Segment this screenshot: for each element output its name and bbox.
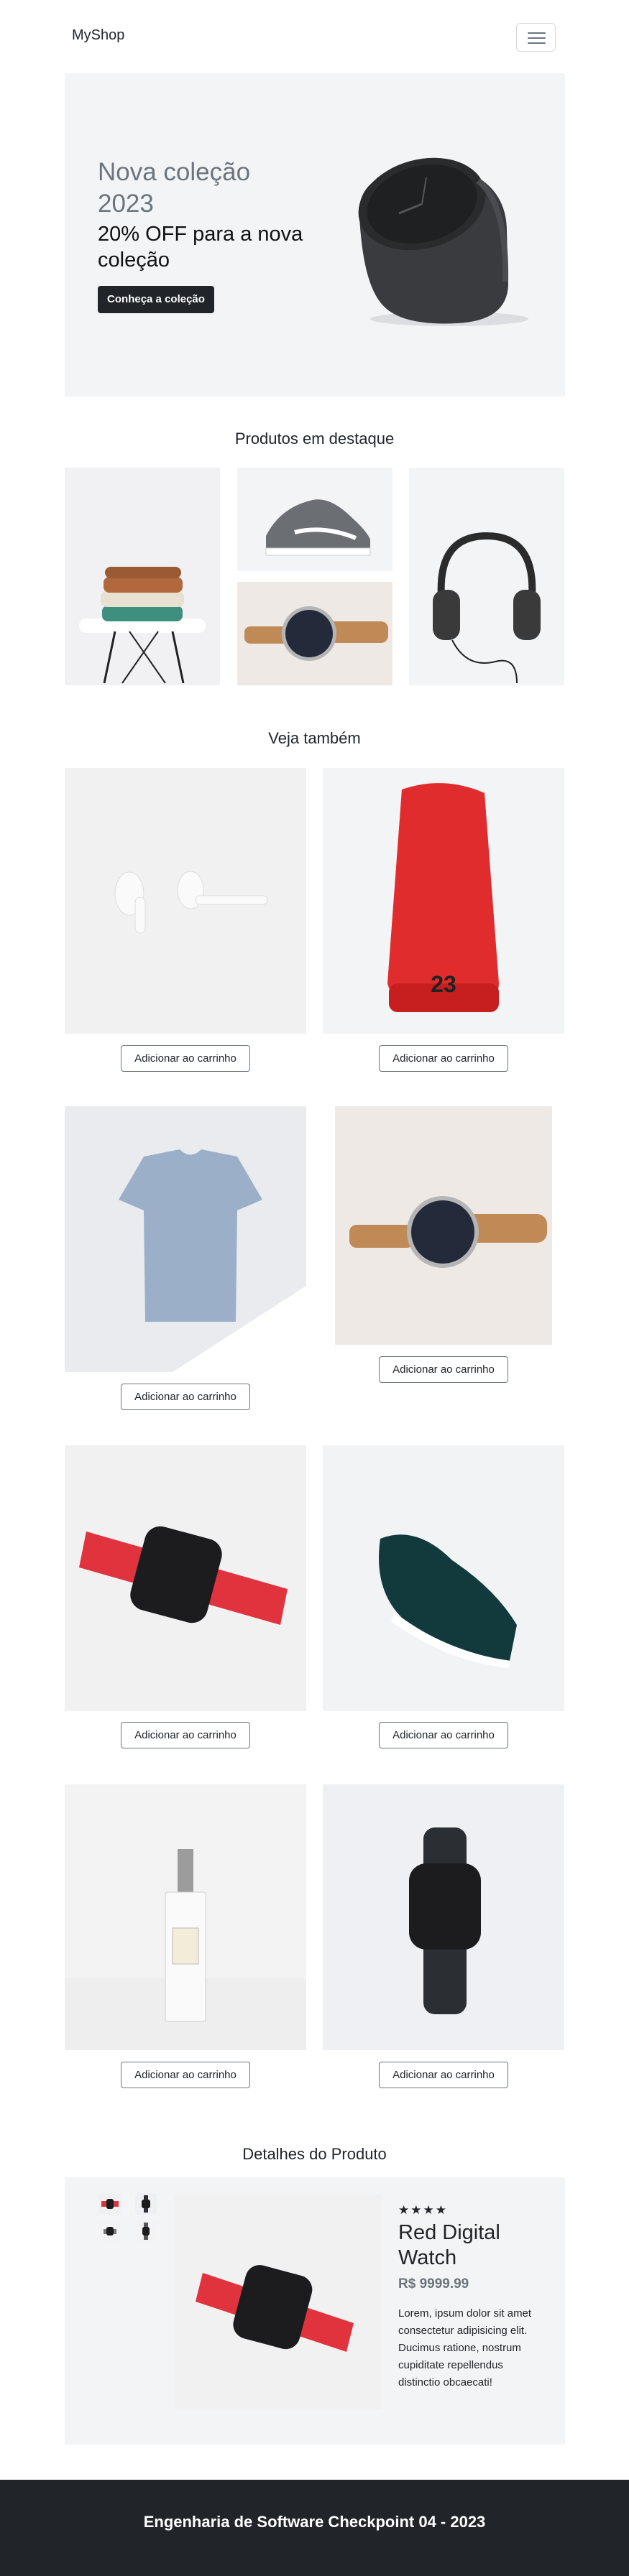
product-price: R$ 9999.99: [398, 2276, 469, 2292]
svg-text:23: 23: [431, 971, 456, 997]
footer-text: Engenharia de Software Checkpoint 04 - 2…: [143, 2513, 486, 2531]
tshirt-image[interactable]: [65, 1106, 306, 1372]
airpods-image[interactable]: [65, 768, 306, 1034]
product-description: Lorem, ipsum dolor sit amet consectetur …: [398, 2307, 532, 2389]
menu-toggle-button[interactable]: [516, 23, 556, 52]
collection-button[interactable]: Conheça a coleção: [98, 286, 214, 313]
thumbnail-red-watch[interactable]: [99, 2193, 121, 2215]
headphones-image[interactable]: [409, 468, 564, 685]
hero-banner: Nova coleção 2023 20% OFF para a nova co…: [65, 73, 565, 397]
black-smartwatch-image[interactable]: [323, 1784, 564, 2050]
product-details-card: ★★★★ Red Digital Watch R$ 9999.99 Lorem,…: [65, 2177, 565, 2445]
add-to-cart-button[interactable]: Adicionar ao carrinho: [121, 1045, 250, 1072]
thumbnail-watch-3[interactable]: [99, 2220, 121, 2242]
brand-logo[interactable]: MyShop: [72, 27, 124, 44]
hero-subtitle: 20% OFF para a nova coleção: [98, 223, 303, 272]
clock-image: [358, 157, 528, 326]
details-title: Detalhes do Produto: [242, 2145, 387, 2163]
main-product-image: [174, 2194, 381, 2409]
navbar: MyShop: [0, 0, 629, 73]
wristwatch-image[interactable]: [237, 582, 392, 685]
sweaters-image[interactable]: [65, 468, 220, 685]
add-to-cart-button[interactable]: Adicionar ao carrinho: [379, 1722, 508, 1748]
hero-title: Nova coleção 2023: [98, 158, 251, 218]
add-to-cart-button[interactable]: Adicionar ao carrinho: [379, 1045, 508, 1072]
hamburger-icon-bar: [528, 42, 546, 44]
see-also-title: Veja também: [268, 729, 361, 747]
product-name: Red Digital Watch: [398, 2221, 500, 2269]
add-to-cart-button[interactable]: Adicionar ao carrinho: [121, 1384, 250, 1410]
add-to-cart-button[interactable]: Adicionar ao carrinho: [379, 2062, 508, 2088]
thumbnail-black-watch[interactable]: [135, 2193, 157, 2215]
green-sneaker-image[interactable]: [323, 1445, 564, 1711]
add-to-cart-button[interactable]: Adicionar ao carrinho: [121, 1722, 250, 1748]
add-to-cart-button[interactable]: Adicionar ao carrinho: [121, 2062, 250, 2088]
red-smartwatch-image[interactable]: [65, 1445, 306, 1711]
thumbnail-watch-4[interactable]: [135, 2220, 157, 2242]
rating-stars: ★★★★: [398, 2203, 448, 2217]
hamburger-icon-bar: [528, 37, 546, 39]
wristwatch-image[interactable]: [335, 1106, 552, 1345]
red-sneaker-image[interactable]: 23: [323, 768, 564, 1034]
sneaker-image[interactable]: [237, 468, 392, 571]
featured-title: Produtos em destaque: [234, 430, 395, 448]
footer: Engenharia de Software Checkpoint 04 - 2…: [0, 2480, 629, 2576]
add-to-cart-button[interactable]: Adicionar ao carrinho: [379, 1356, 508, 1383]
hamburger-icon: [528, 32, 546, 34]
perfume-image[interactable]: [65, 1784, 306, 2050]
